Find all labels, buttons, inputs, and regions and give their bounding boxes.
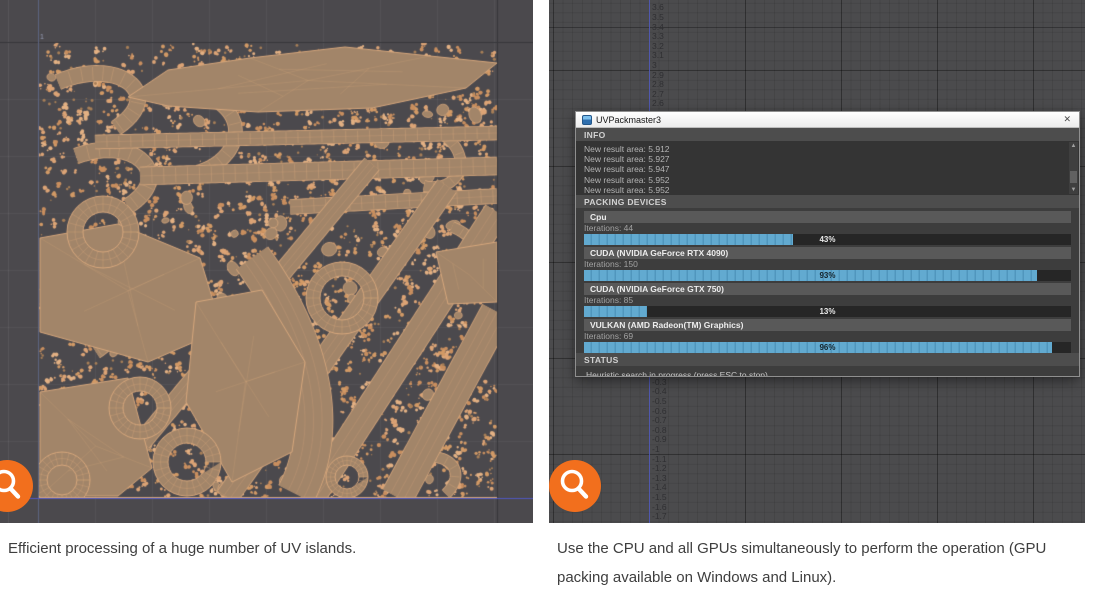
uv-editor-grid-view: 3.63.53.43.33.23.132.92.82.72.6-0.3-0.4-… (549, 0, 1085, 523)
grid-ruler-label: 3.2 (652, 41, 664, 51)
grid-ruler-label: 3.6 (652, 2, 664, 12)
uv-editor-packed-view (0, 0, 533, 523)
progress-label: 13% (584, 306, 1071, 317)
grid-ruler-label: -1.2 (652, 463, 667, 473)
uvpackmaster-app-icon (582, 115, 592, 125)
magnifier-icon (549, 460, 601, 512)
device-iterations: Iterations: 85 (584, 295, 1071, 306)
section-header-status: STATUS (576, 353, 1079, 366)
progress-label: 96% (584, 342, 1071, 353)
status-text: Heuristic search in progress (press ESC … (576, 366, 1079, 377)
grid-ruler-label: -0.4 (652, 386, 667, 396)
log-lines: New result area: 5.912New result area: 5… (584, 144, 1065, 195)
device-name: VULKAN (AMD Radeon(TM) Graphics) (584, 319, 1071, 331)
grid-ruler-label: -1.8 (652, 521, 667, 523)
device-name: Cpu (584, 211, 1071, 223)
progress-bar: 43% (584, 234, 1071, 245)
grid-ruler-label: -1.5 (652, 492, 667, 502)
scroll-thumb[interactable] (1070, 171, 1077, 183)
grid-ruler-label: -1.3 (652, 473, 667, 483)
zoom-button[interactable] (549, 460, 601, 512)
device-iterations: Iterations: 69 (584, 331, 1071, 342)
grid-ruler-label: 3.4 (652, 22, 664, 32)
section-header-packing-devices: PACKING DEVICES (576, 195, 1079, 208)
grid-ruler-label: -1.6 (652, 502, 667, 512)
progress-bar: 93% (584, 270, 1071, 281)
grid-ruler-label: 3.1 (652, 50, 664, 60)
device-name: CUDA (NVIDIA GeForce GTX 750) (584, 283, 1071, 295)
grid-ruler-label: 2.8 (652, 79, 664, 89)
grid-ruler-label: -0.5 (652, 396, 667, 406)
uv-islands-canvas (0, 0, 533, 523)
figure-row: Efficient processing of a huge number of… (0, 0, 1098, 592)
grid-ruler-label: -0.8 (652, 425, 667, 435)
grid-ruler-label: -0.6 (652, 406, 667, 416)
log-line: New result area: 5.912 (584, 144, 1065, 154)
grid-ruler-label: 2.7 (652, 89, 664, 99)
grid-ruler-label: 2.6 (652, 98, 664, 108)
device-iterations: Iterations: 150 (584, 259, 1071, 270)
magnifier-icon (0, 460, 33, 512)
grid-ruler-label: -0.3 (652, 377, 667, 387)
grid-ruler-label: 2.9 (652, 70, 664, 80)
grid-ruler-label: 3.5 (652, 12, 664, 22)
right-figure: 3.63.53.43.33.23.132.92.82.72.6-0.3-0.4-… (549, 0, 1085, 592)
device-iterations: Iterations: 44 (584, 223, 1071, 234)
dialog-titlebar[interactable]: UVPackmaster3 ✕ (576, 112, 1079, 128)
right-caption: Use the CPU and all GPUs simultaneously … (557, 534, 1075, 592)
info-log-area[interactable]: New result area: 5.912New result area: 5… (576, 141, 1079, 195)
progress-label: 43% (584, 234, 1071, 245)
grid-ruler-label: 3.3 (652, 31, 664, 41)
zoom-button[interactable] (0, 460, 33, 512)
grid-ruler-label: -1.4 (652, 482, 667, 492)
log-line: New result area: 5.952 (584, 175, 1065, 185)
grid-ruler-label: -0.9 (652, 434, 667, 444)
log-line: New result area: 5.927 (584, 154, 1065, 164)
left-figure: Efficient processing of a huge number of… (0, 0, 533, 592)
grid-ruler-label: -1 (652, 444, 660, 454)
device-name: CUDA (NVIDIA GeForce RTX 4090) (584, 247, 1071, 259)
packing-devices-list: CpuIterations: 4443% CUDA (NVIDIA GeForce… (576, 208, 1079, 353)
progress-bar: 13% (584, 306, 1071, 317)
progress-bar: 96% (584, 342, 1071, 353)
left-caption: Efficient processing of a huge number of… (8, 534, 526, 563)
log-scrollbar[interactable]: ▲ ▼ (1069, 142, 1078, 194)
scroll-up-icon[interactable]: ▲ (1069, 142, 1078, 150)
close-icon[interactable]: ✕ (1061, 114, 1073, 125)
grid-ruler-label: -0.7 (652, 415, 667, 425)
scroll-down-icon[interactable]: ▼ (1069, 186, 1078, 194)
grid-ruler-label: 3 (652, 60, 657, 70)
log-line: New result area: 5.952 (584, 185, 1065, 195)
section-header-info: INFO (576, 128, 1079, 141)
progress-label: 93% (584, 270, 1071, 281)
uvpackmaster-dialog: UVPackmaster3 ✕ INFO New result area: 5.… (575, 111, 1080, 377)
grid-ruler-label: -1.7 (652, 511, 667, 521)
dialog-title: UVPackmaster3 (596, 115, 661, 125)
grid-ruler-label: -1.1 (652, 454, 667, 464)
log-line: New result area: 5.947 (584, 164, 1065, 174)
